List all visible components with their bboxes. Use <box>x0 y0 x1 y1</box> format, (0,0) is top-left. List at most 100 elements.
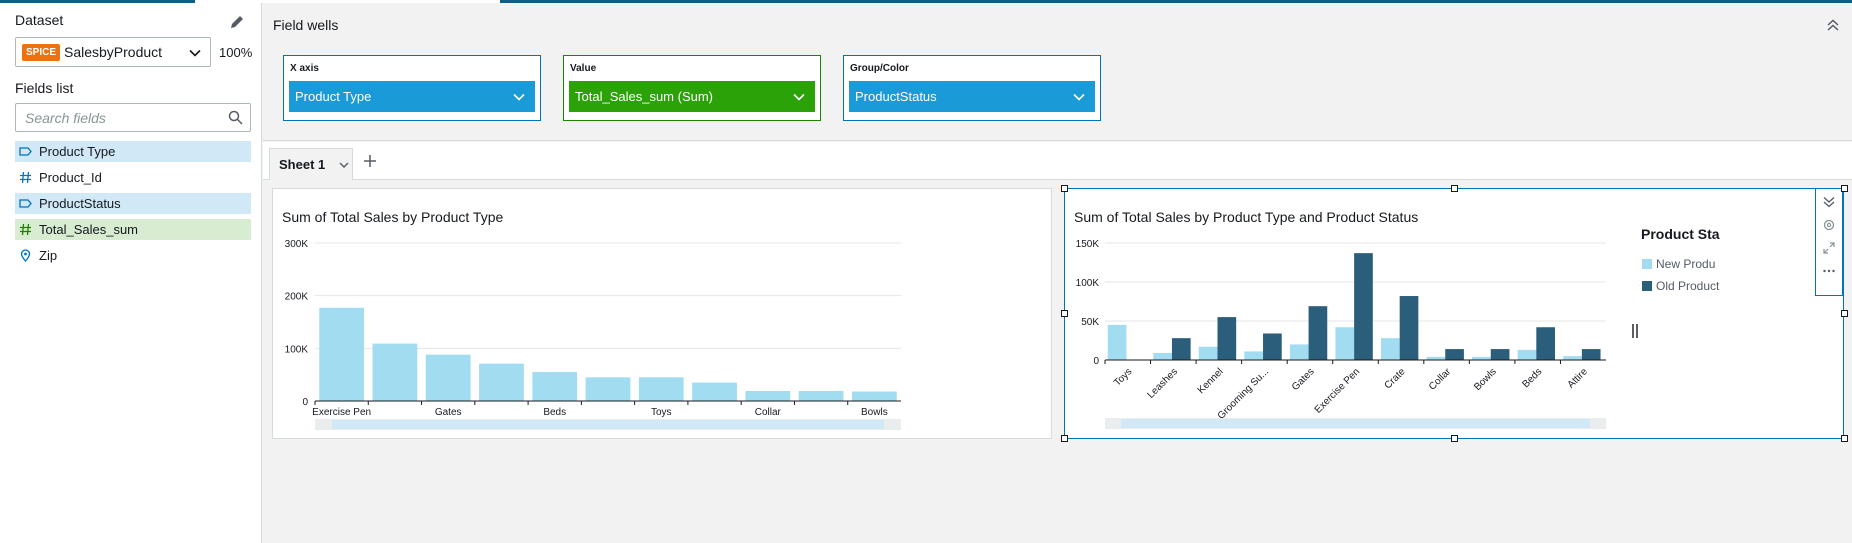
group-color-field-name: ProductStatus <box>855 89 937 104</box>
y-tick-label: 100K <box>285 344 309 355</box>
legend-item-new-product[interactable]: New Produ <box>1642 257 1715 271</box>
bar <box>1217 317 1237 360</box>
search-icon[interactable] <box>228 110 243 125</box>
field-item-total-sales-sum[interactable]: Total_Sales_sum <box>15 219 251 240</box>
legend-resize-handle-icon[interactable] <box>1631 324 1639 338</box>
collapse-chevron-down-icon[interactable] <box>1822 195 1836 209</box>
clustered-bar-chart-svg: 050K100K150KToys Leashes KennelGrooming Su… <box>1076 239 1606 429</box>
bar <box>1563 356 1582 360</box>
legend-item-old-product[interactable]: Old Product <box>1642 279 1719 293</box>
legend-label: Old Product <box>1656 279 1720 293</box>
resize-handle-top[interactable] <box>1451 185 1458 192</box>
sheet-tab-label: Sheet 1 <box>279 157 326 172</box>
x-tick-label: Crate <box>1383 366 1408 391</box>
resize-handle-top-right[interactable] <box>1841 185 1848 192</box>
field-item-product-id[interactable]: Product_Id <box>15 167 251 188</box>
resize-handle-bottom[interactable] <box>1451 435 1458 442</box>
expand-icon[interactable] <box>1822 241 1836 255</box>
bar <box>745 390 791 401</box>
x-tick-label: Beds <box>543 407 566 418</box>
resize-handle-bottom-left[interactable] <box>1061 435 1068 442</box>
location-pin-icon <box>20 249 31 262</box>
chevron-down-icon <box>189 49 201 57</box>
bar <box>1107 324 1127 360</box>
resize-handle-left[interactable] <box>1061 310 1068 317</box>
y-tick-label: 50K <box>1081 317 1099 328</box>
x-tick-label: Bowls <box>861 407 888 418</box>
fields-list-label: Fields list <box>15 80 74 96</box>
bar <box>1490 349 1510 360</box>
dataset-name: SalesbyProduct <box>64 44 163 60</box>
y-tick-label: 150K <box>1076 239 1100 250</box>
group-color-well-label: Group/Color <box>850 63 909 74</box>
bar <box>479 363 524 401</box>
legend-swatch <box>1642 259 1652 269</box>
x-tick-label: Collar <box>1427 366 1454 393</box>
resize-handle-right[interactable] <box>1841 310 1848 317</box>
chevron-down-icon <box>513 93 525 101</box>
field-item-zip[interactable]: Zip <box>15 245 251 266</box>
visual-clustered-bar-chart-product-status[interactable]: Sum of Total Sales by Product Type and P… <box>1064 188 1844 439</box>
bar <box>425 354 471 401</box>
bar <box>585 377 631 401</box>
value-well-label: Value <box>570 63 597 74</box>
resize-handle-bottom-right[interactable] <box>1841 435 1848 442</box>
x-tick-label: Bowls <box>1472 366 1499 393</box>
spice-capacity-percent: 100% <box>219 45 253 60</box>
chevron-down-icon <box>1073 93 1085 101</box>
field-name: Total_Sales_sum <box>39 222 138 237</box>
bar <box>1354 253 1373 360</box>
field-name: Product Type <box>39 144 116 159</box>
tab-sheet-1[interactable]: Sheet 1 <box>269 148 353 180</box>
bar <box>1171 338 1191 360</box>
chevron-down-icon[interactable] <box>338 159 350 171</box>
spice-badge: SPICE <box>22 44 61 61</box>
x-axis-field-pill[interactable]: Product Type <box>289 81 535 112</box>
dataset-dropdown[interactable]: SPICE SalesbyProduct <box>15 37 211 67</box>
dimension-tag-icon <box>19 147 32 156</box>
x-tick-label: Exercise Pen <box>312 407 371 418</box>
group-color-well: Group/Color ProductStatus <box>843 55 1101 121</box>
x-tick-label: Toys <box>1112 366 1134 388</box>
bar <box>1581 349 1601 360</box>
x-tick-label: Exercise Pen <box>1313 366 1362 415</box>
legend-title: Product Sta <box>1641 226 1720 242</box>
x-tick-label: Toys <box>651 407 672 418</box>
bar <box>1381 338 1400 360</box>
bar <box>1308 306 1328 360</box>
y-tick-label: 200K <box>285 292 309 303</box>
analysis-canvas: Sum of Total Sales by Product Type 0 100K… <box>263 181 1852 543</box>
x-tick-label: Collar <box>755 407 782 418</box>
x-axis-well: X axis Product Type <box>283 55 541 121</box>
horizontal-scrollbar-thumb <box>1121 419 1590 428</box>
dataset-label: Dataset <box>15 12 64 28</box>
add-sheet-plus-icon[interactable] <box>362 153 378 169</box>
bar <box>1153 352 1172 360</box>
x-tick-label: Gates <box>1290 366 1317 393</box>
field-item-product-status[interactable]: ProductStatus <box>15 193 251 214</box>
pencil-icon[interactable] <box>229 14 245 30</box>
hash-icon <box>20 171 31 184</box>
bar <box>851 391 897 401</box>
bar <box>1335 327 1355 360</box>
bar <box>638 377 684 401</box>
resize-handle-top-left[interactable] <box>1061 185 1068 192</box>
search-fields-input[interactable] <box>15 103 251 132</box>
bar <box>1399 296 1419 360</box>
visual-bar-chart-product-type[interactable]: Sum of Total Sales by Product Type 0 100K… <box>272 188 1052 439</box>
horizontal-scrollbar-thumb <box>332 420 884 429</box>
bar <box>1517 349 1537 360</box>
more-options-icon[interactable] <box>1822 264 1836 278</box>
bar <box>1198 346 1218 360</box>
field-name: ProductStatus <box>39 196 121 211</box>
group-color-field-pill[interactable]: ProductStatus <box>849 81 1095 112</box>
bar <box>798 390 844 401</box>
bar <box>1244 351 1264 360</box>
field-name: Product_Id <box>39 170 102 185</box>
value-field-pill[interactable]: Total_Sales_sum (Sum) <box>569 81 815 112</box>
hash-icon <box>20 223 31 236</box>
collapse-chevron-up-icon[interactable] <box>1825 18 1841 34</box>
x-tick-label: Leashes <box>1145 366 1180 401</box>
field-item-product-type[interactable]: Product Type <box>15 141 251 162</box>
gear-icon[interactable] <box>1822 218 1836 232</box>
